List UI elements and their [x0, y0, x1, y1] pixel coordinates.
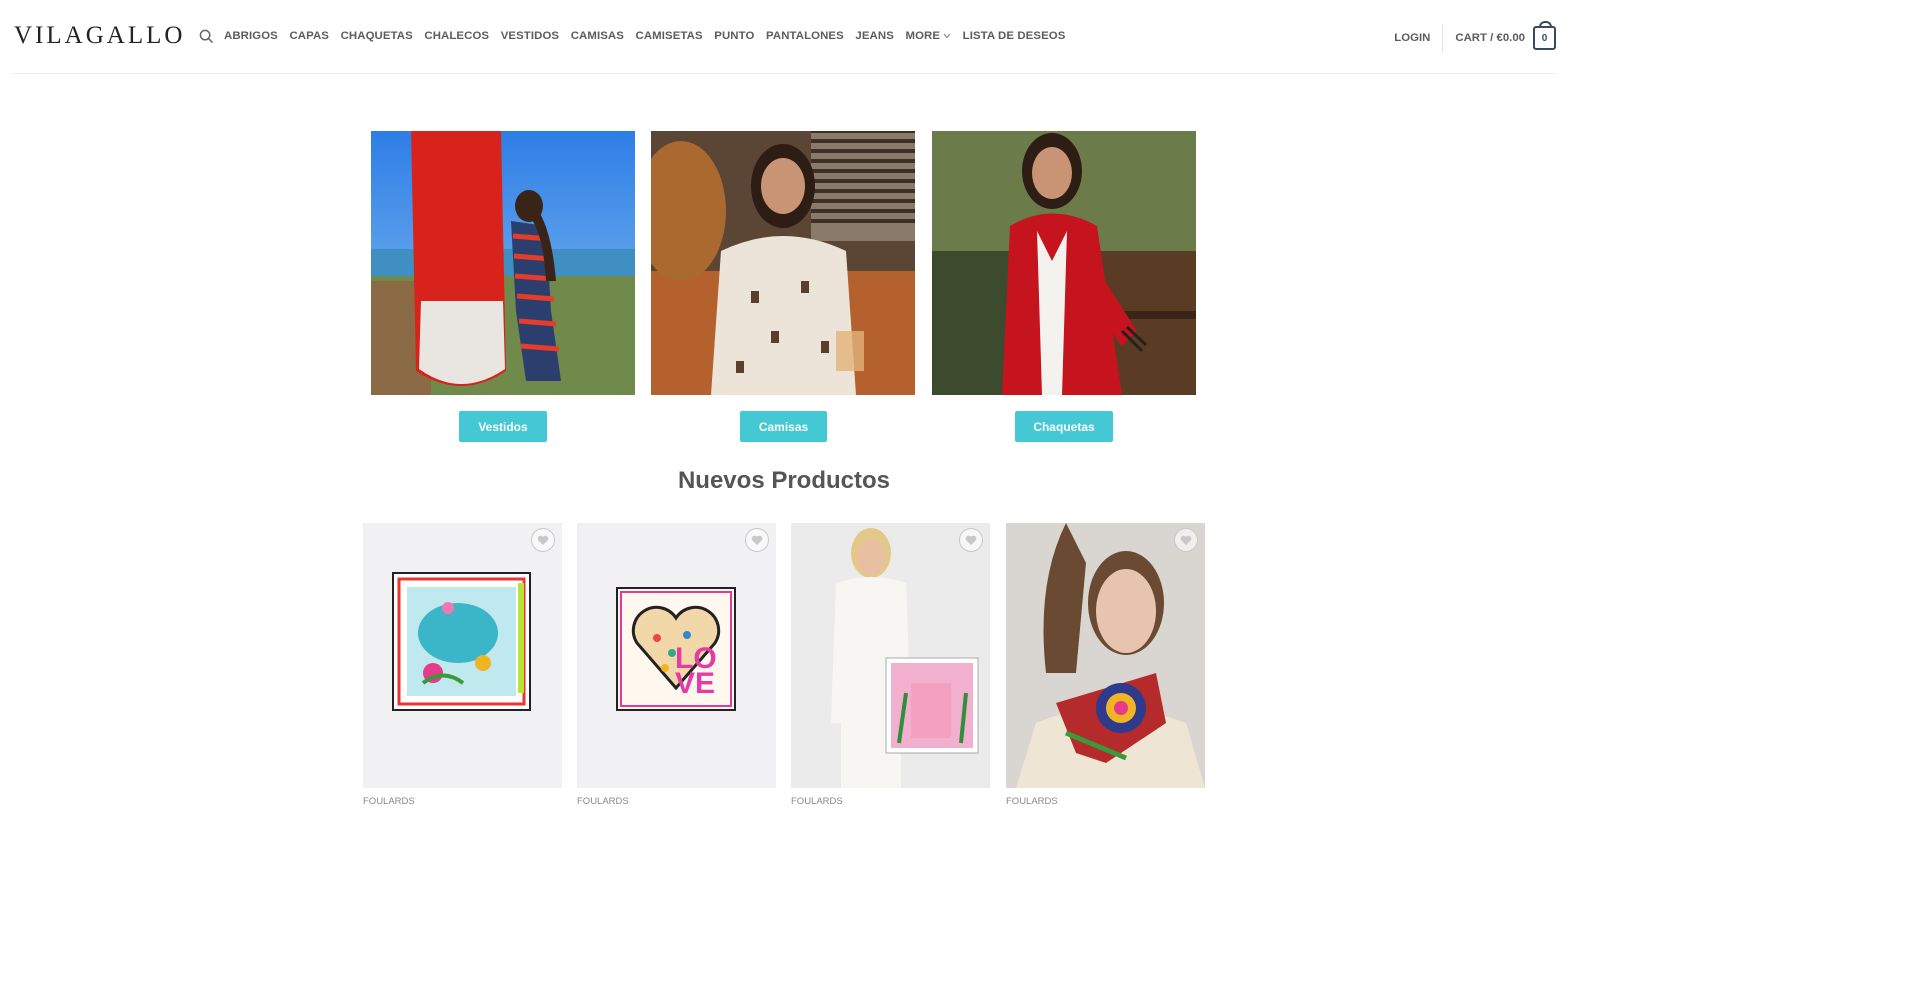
product-card: FOULARDS	[363, 523, 562, 807]
category-image-camisas[interactable]	[651, 131, 915, 395]
product-card: FOULARDS	[791, 523, 990, 807]
product-category[interactable]: FOULARDS	[791, 796, 843, 807]
product-image[interactable]	[791, 523, 990, 788]
wishlist-heart-icon[interactable]	[745, 528, 769, 552]
category-tile-chaquetas: Chaquetas	[932, 131, 1196, 442]
svg-text:VE: VE	[675, 667, 715, 700]
product-image[interactable]: LO VE	[577, 523, 776, 788]
nav-item-wishlist[interactable]: LISTA DE DESEOS	[963, 30, 1066, 42]
logo[interactable]: VILAGALLO	[14, 22, 185, 50]
nav-item-abrigos[interactable]: ABRIGOS	[224, 30, 278, 42]
product-card: LO VE FOULARDS	[577, 523, 776, 807]
category-image-chaquetas[interactable]	[932, 131, 1196, 395]
site-header: VILAGALLO ABRIGOS CAPAS CHAQUETAS CHALEC…	[0, 0, 1568, 73]
wishlist-heart-icon[interactable]	[959, 528, 983, 552]
category-button-camisas[interactable]: Camisas	[740, 411, 827, 442]
product-image[interactable]	[1006, 523, 1205, 788]
category-image-vestidos[interactable]	[371, 131, 635, 395]
wishlist-heart-icon[interactable]	[531, 528, 555, 552]
nav-item-jeans[interactable]: JEANS	[855, 30, 893, 42]
product-category[interactable]: FOULARDS	[363, 796, 415, 807]
product-card: FOULARDS	[1006, 523, 1205, 807]
category-button-chaquetas[interactable]: Chaquetas	[1015, 411, 1113, 442]
account-nav: LOGIN CART / €0.00 0	[1394, 21, 1556, 52]
nav-item-vestidos[interactable]: VESTIDOS	[501, 30, 559, 42]
login-link[interactable]: LOGIN	[1394, 32, 1430, 44]
nav-item-punto[interactable]: PUNTO	[714, 30, 754, 42]
wishlist-heart-icon[interactable]	[1174, 528, 1198, 552]
nav-item-pantalones[interactable]: PANTALONES	[766, 30, 844, 42]
cart-link[interactable]: CART / €0.00	[1455, 32, 1525, 44]
nav-item-chaquetas[interactable]: CHAQUETAS	[341, 30, 413, 42]
product-category[interactable]: FOULARDS	[1006, 796, 1058, 807]
product-image[interactable]	[363, 523, 562, 788]
chevron-down-icon	[943, 30, 951, 42]
header-divider	[12, 73, 1556, 74]
category-tile-vestidos: Vestidos	[371, 131, 635, 442]
category-button-vestidos[interactable]: Vestidos	[459, 411, 547, 442]
cart-count: 0	[1541, 32, 1548, 44]
nav-item-camisas[interactable]: CAMISAS	[571, 30, 624, 42]
nav-item-chalecos[interactable]: CHALECOS	[424, 30, 489, 42]
more-label: MORE	[905, 30, 941, 42]
main-nav: ABRIGOS CAPAS CHAQUETAS CHALECOS VESTIDO…	[224, 30, 1077, 42]
category-tile-camisas: Camisas	[651, 131, 915, 442]
search-icon[interactable]	[199, 29, 215, 45]
nav-item-capas[interactable]: CAPAS	[289, 30, 329, 42]
nav-item-camisetas[interactable]: CAMISETAS	[636, 30, 703, 42]
section-title: Nuevos Productos	[677, 467, 891, 494]
cart-icon[interactable]: 0	[1533, 21, 1556, 50]
divider	[1442, 24, 1444, 52]
product-category[interactable]: FOULARDS	[577, 796, 629, 807]
nav-item-more[interactable]: MORE	[905, 30, 951, 42]
